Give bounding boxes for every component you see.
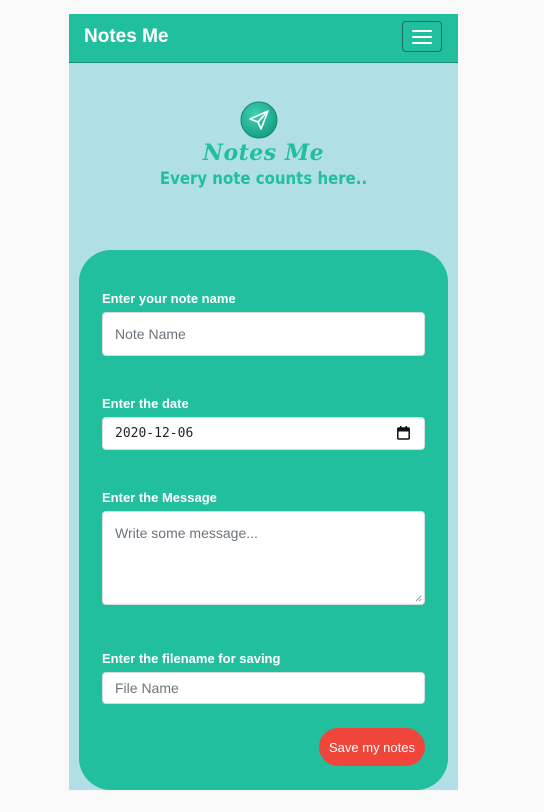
app-viewport: Notes Me Notes Me Every note counts here…	[69, 14, 458, 790]
date-label: Enter the date	[102, 396, 189, 411]
filename-label: Enter the filename for saving	[102, 651, 281, 666]
calendar-icon[interactable]	[397, 426, 410, 440]
navbar: Notes Me	[69, 14, 458, 63]
filename-input[interactable]: File Name	[102, 672, 425, 704]
message-textarea[interactable]: Write some message...	[102, 511, 425, 605]
note-name-label: Enter your note name	[102, 291, 236, 306]
note-name-input[interactable]: Note Name	[102, 312, 425, 356]
note-form-card: Enter your note name Note Name Enter the…	[79, 250, 448, 790]
hamburger-menu-button[interactable]	[402, 21, 442, 52]
save-notes-button[interactable]: Save my notes	[319, 728, 425, 766]
navbar-brand[interactable]: Notes Me	[84, 26, 168, 48]
hero-title: Notes Me	[202, 140, 325, 166]
filename-placeholder: File Name	[115, 680, 179, 696]
date-value: 2020-12-06	[115, 426, 194, 441]
message-placeholder: Write some message...	[115, 525, 258, 541]
hero-tagline: Every note counts here..	[159, 169, 368, 189]
hamburger-menu-icon	[412, 30, 432, 32]
resize-grip-icon[interactable]	[415, 595, 422, 602]
note-name-placeholder: Note Name	[115, 326, 186, 342]
paper-plane-icon	[240, 101, 278, 139]
date-input[interactable]: 2020-12-06	[102, 417, 425, 450]
message-label: Enter the Message	[102, 490, 217, 505]
